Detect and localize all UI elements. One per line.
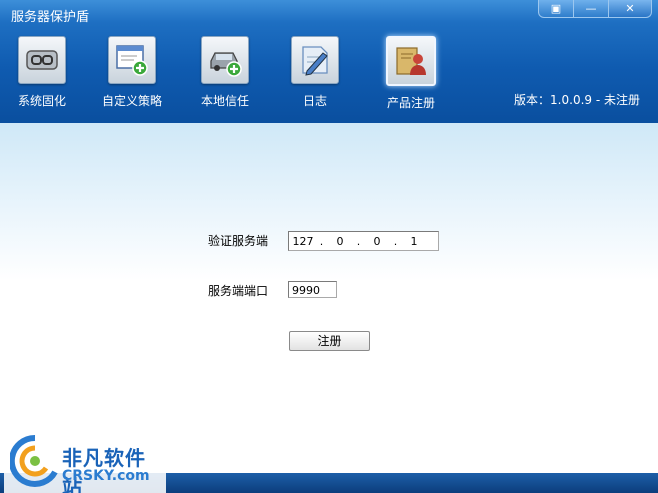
pencil-doc-icon bbox=[291, 36, 339, 84]
tool-local-trust[interactable]: 本地信任 bbox=[180, 36, 270, 109]
user-certificate-icon bbox=[386, 36, 436, 86]
ip-dot: . bbox=[356, 234, 361, 248]
ip-dot: . bbox=[319, 234, 324, 248]
tool-label: 自定义策略 bbox=[101, 94, 162, 108]
close-icon: ✕ bbox=[625, 2, 635, 15]
app-window: 服务器保护盾 ▣ — ✕ 系统固化 自定义策略 本地信任 日志 产品注册 版本：… bbox=[0, 0, 658, 493]
watermark-en: CRSKY.com bbox=[62, 468, 150, 484]
close-button[interactable]: ✕ bbox=[608, 0, 652, 18]
watermark: 非凡软件站 CRSKY.com bbox=[4, 428, 166, 493]
tool-custom-policy[interactable]: 自定义策略 bbox=[87, 36, 177, 109]
menu-button[interactable]: ▣ bbox=[538, 0, 574, 18]
minimize-icon: — bbox=[585, 2, 597, 15]
tool-label: 日志 bbox=[302, 94, 327, 108]
menu-icon: ▣ bbox=[550, 2, 562, 15]
chain-link-icon bbox=[18, 36, 66, 84]
main-content bbox=[0, 123, 658, 473]
minimize-button[interactable]: — bbox=[573, 0, 609, 18]
crsky-logo-icon bbox=[8, 434, 60, 491]
register-button[interactable]: 注册 bbox=[289, 331, 370, 351]
header-bar: 服务器保护盾 ▣ — ✕ 系统固化 自定义策略 本地信任 日志 产品注册 版本：… bbox=[0, 0, 658, 123]
tool-log[interactable]: 日志 bbox=[270, 36, 360, 109]
tool-product-register[interactable]: 产品注册 bbox=[366, 36, 456, 111]
port-label: 服务端端口 bbox=[208, 284, 269, 298]
window-add-icon bbox=[108, 36, 156, 84]
ip-octet[interactable]: 0 bbox=[363, 235, 391, 248]
main-toolbar: 系统固化 自定义策略 本地信任 日志 产品注册 bbox=[0, 36, 460, 116]
version-text: 版本：1.0.0.9 - 未注册 bbox=[514, 93, 640, 107]
window-title: 服务器保护盾 bbox=[11, 10, 90, 25]
server-label: 验证服务端 bbox=[208, 234, 269, 248]
tool-label: 本地信任 bbox=[200, 94, 249, 108]
ip-dot: . bbox=[393, 234, 398, 248]
window-controls: ▣ — ✕ bbox=[538, 0, 652, 18]
ip-octet[interactable]: 127 bbox=[289, 235, 317, 248]
ip-octet[interactable]: 1 bbox=[400, 235, 428, 248]
port-input[interactable]: 9990 bbox=[288, 281, 337, 298]
tool-label: 产品注册 bbox=[386, 96, 435, 110]
tool-label: 系统固化 bbox=[17, 94, 66, 108]
server-ip-input[interactable]: 127. 0. 0. 1 bbox=[288, 231, 439, 251]
tool-system-lock[interactable]: 系统固化 bbox=[0, 36, 87, 109]
car-add-icon bbox=[201, 36, 249, 84]
ip-octet[interactable]: 0 bbox=[326, 235, 354, 248]
